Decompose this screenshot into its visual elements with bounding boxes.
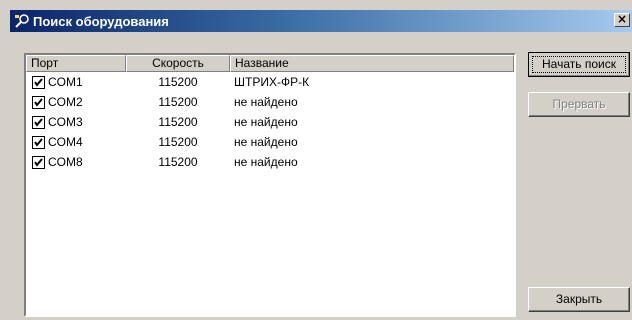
abort-button[interactable]: Прервать [528,92,630,117]
port-cell: COM2 [26,95,126,109]
column-port[interactable]: Порт [26,55,126,72]
port-checkbox[interactable] [32,135,45,149]
checkmark-icon [34,77,43,87]
close-icon: × [616,12,628,26]
search-equipment-dialog: Поиск оборудования × Порт Скорость Назва… [0,0,632,320]
port-checkbox[interactable] [32,95,45,109]
list-item[interactable]: COM3 115200 не найдено [26,112,514,132]
start-search-button[interactable]: Начать поиск [528,52,630,77]
port-label: COM4 [48,135,83,149]
checkmark-icon [34,97,43,107]
ports-list[interactable]: Порт Скорость Название COM1 115200 ШТРИХ-Ф… [24,53,516,317]
column-name[interactable]: Название [230,55,514,72]
port-checkbox[interactable] [32,115,45,129]
device-name-cell: не найдено [234,155,298,169]
checkmark-icon [34,157,43,167]
device-name-cell: ШТРИХ-ФР-К [234,75,310,89]
list-item[interactable]: COM2 115200 не найдено [26,92,514,112]
device-name-cell: не найдено [234,95,298,109]
speed-cell: 115200 [158,75,198,89]
speed-cell: 115200 [158,95,198,109]
abort-label: Прервать [552,97,606,111]
focus-rect [532,56,626,73]
column-speed[interactable]: Скорость [126,55,230,72]
close-label: Закрыть [555,292,603,306]
port-checkbox[interactable] [32,155,45,169]
port-cell: COM4 [26,135,126,149]
list-item[interactable]: COM4 115200 не найдено [26,132,514,152]
close-button[interactable]: Закрыть [528,287,630,312]
window-title: Поиск оборудования [33,13,169,29]
list-header: Порт Скорость Название [26,55,514,72]
port-label: COM2 [48,95,83,109]
port-label: COM8 [48,155,83,169]
magnifier-device-icon [14,13,30,29]
list-item[interactable]: COM1 115200 ШТРИХ-ФР-К [26,72,514,92]
device-name-cell: не найдено [234,115,298,129]
checkmark-icon [34,137,43,147]
port-checkbox[interactable] [32,75,45,89]
port-label: COM1 [48,75,83,89]
title-bar[interactable]: Поиск оборудования × [10,10,632,32]
checkmark-icon [34,117,43,127]
port-cell: COM1 [26,75,126,89]
close-window-button[interactable]: × [614,13,630,27]
speed-cell: 115200 [158,115,198,129]
speed-cell: 115200 [158,135,198,149]
device-name-cell: не найдено [234,135,298,149]
port-cell: COM3 [26,115,126,129]
speed-cell: 115200 [158,155,198,169]
list-item[interactable]: COM8 115200 не найдено [26,152,514,172]
port-label: COM3 [48,115,83,129]
port-cell: COM8 [26,155,126,169]
